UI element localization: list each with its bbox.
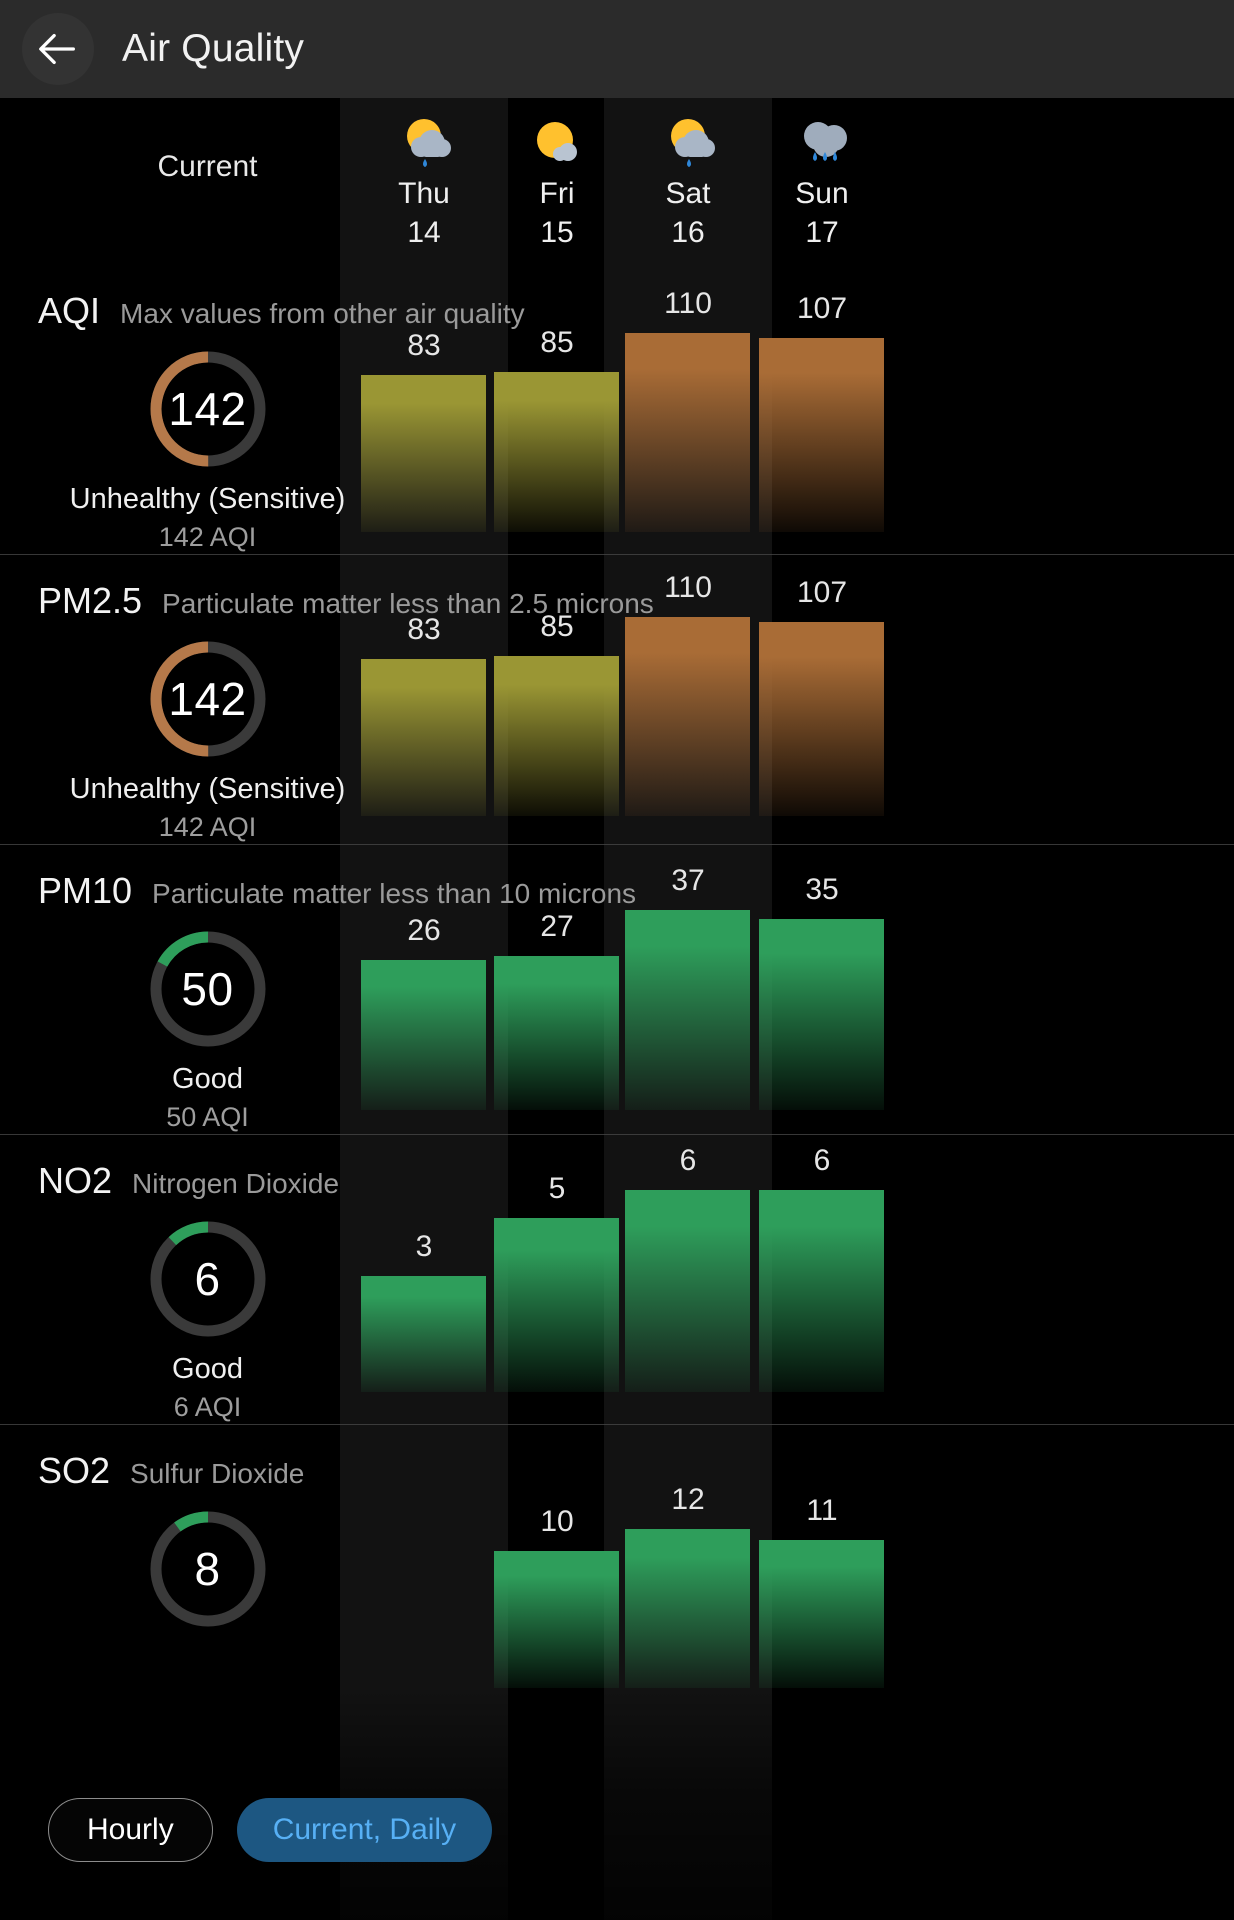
section-heading: NO2 Nitrogen Dioxide bbox=[38, 1160, 339, 1202]
cloud-rain-icon bbox=[772, 110, 872, 172]
gauge-value: 142 bbox=[168, 673, 247, 725]
bar bbox=[625, 1189, 750, 1392]
bar-value-label: 107 bbox=[796, 291, 848, 325]
bar bbox=[759, 919, 884, 1110]
bar bbox=[625, 617, 750, 816]
pollutant-section-pm10: PM10 Particulate matter less than 10 micr… bbox=[0, 844, 1234, 1134]
bar bbox=[759, 1540, 884, 1688]
aqi-gauge: 8 bbox=[145, 1506, 271, 1632]
current-daily-button[interactable]: Current, Daily bbox=[236, 1798, 493, 1862]
bar bbox=[361, 960, 486, 1110]
bar bbox=[759, 337, 884, 532]
pollutant-section-aqi: AQI Max values from other air quality 142 U… bbox=[0, 264, 1234, 554]
bar-value-label: 6 bbox=[813, 1143, 831, 1177]
gauge-subtext: 142 AQI bbox=[158, 522, 257, 552]
sun-cloud-icon bbox=[507, 110, 607, 172]
aqi-gauge: 142 bbox=[145, 636, 271, 762]
bar-column[interactable]: 107 bbox=[738, 554, 906, 844]
pollutant-description: Nitrogen Dioxide bbox=[132, 1168, 340, 1199]
bar-column[interactable]: 11 bbox=[738, 1424, 906, 1920]
gauge-status: Unhealthy (Sensitive) bbox=[69, 483, 346, 515]
bar bbox=[494, 655, 619, 816]
gauge-value: 8 bbox=[194, 1543, 221, 1595]
bar-column[interactable]: 6 bbox=[738, 1134, 906, 1424]
day-date: 16 bbox=[671, 216, 705, 249]
pollutant-abbr: SO2 bbox=[38, 1450, 111, 1491]
pollutant-section-pm25: PM2.5 Particulate matter less than 2.5 mi… bbox=[0, 554, 1234, 844]
pollutant-abbr: NO2 bbox=[38, 1160, 113, 1201]
gauge-subtext: 6 AQI bbox=[173, 1392, 242, 1422]
gauge-status: Good bbox=[172, 1353, 243, 1385]
day-column-3[interactable]: Sun 17 bbox=[738, 98, 906, 264]
day-date: 17 bbox=[805, 216, 839, 249]
gauge-subtext: 142 AQI bbox=[158, 812, 257, 842]
pollutant-abbr: AQI bbox=[38, 290, 101, 331]
pollutant-abbr: PM2.5 bbox=[38, 580, 143, 621]
gauge-value: 50 bbox=[181, 963, 234, 1015]
bar bbox=[625, 1529, 750, 1688]
bar-value-label: 107 bbox=[796, 575, 848, 609]
bar bbox=[494, 1218, 619, 1392]
bar-value-label: 11 bbox=[806, 1494, 838, 1528]
bar bbox=[759, 1189, 884, 1392]
bar bbox=[494, 371, 619, 532]
gauge-status: Unhealthy (Sensitive) bbox=[69, 773, 346, 805]
day-name: Sun bbox=[795, 177, 849, 210]
bar bbox=[494, 955, 619, 1110]
bar bbox=[625, 909, 750, 1110]
pollutant-abbr: PM10 bbox=[38, 870, 133, 911]
gauge-value: 6 bbox=[194, 1253, 221, 1305]
gauge-status: Good bbox=[172, 1063, 243, 1095]
current-gauge-panel: 8 bbox=[0, 1506, 415, 1649]
bar bbox=[361, 658, 486, 816]
view-mode-toggle: Hourly Current, Daily bbox=[48, 1798, 493, 1862]
app-bar: Air Quality bbox=[0, 0, 1234, 98]
hourly-button[interactable]: Hourly bbox=[48, 1798, 213, 1862]
gauge-subtext: 50 AQI bbox=[166, 1102, 249, 1132]
sun-cloud-rain-icon bbox=[638, 110, 738, 172]
section-heading: SO2 Sulfur Dioxide bbox=[38, 1450, 304, 1492]
day-date: 14 bbox=[407, 216, 441, 249]
pollutant-description: Sulfur Dioxide bbox=[130, 1458, 305, 1489]
bar-column[interactable]: 35 bbox=[738, 844, 906, 1134]
day-name: Sat bbox=[665, 177, 711, 210]
bar-value-label: 35 bbox=[805, 873, 839, 906]
bar bbox=[759, 621, 884, 816]
gauge-value: 142 bbox=[168, 383, 247, 435]
back-button[interactable] bbox=[22, 13, 94, 85]
bar bbox=[361, 374, 486, 532]
day-header-row: Current Thu 14 Fri 15 Sat 16 Sun 17 bbox=[0, 98, 1234, 264]
day-date: 15 bbox=[540, 216, 574, 249]
air-quality-board: Current Thu 14 Fri 15 Sat 16 Sun 17 AQI … bbox=[0, 98, 1234, 1920]
sun-cloud-rain-icon bbox=[374, 110, 474, 172]
bar bbox=[625, 333, 750, 532]
aqi-gauge: 142 bbox=[145, 346, 271, 472]
bar bbox=[494, 1550, 619, 1688]
aqi-gauge: 6 bbox=[145, 1216, 271, 1342]
pollutant-section-no2: NO2 Nitrogen Dioxide 6 Good 6 AQI 3 5 6 6 bbox=[0, 1134, 1234, 1424]
bar-column[interactable]: 107 bbox=[738, 264, 906, 554]
day-name: Fri bbox=[539, 177, 575, 210]
bar bbox=[361, 1275, 486, 1392]
page-title: Air Quality bbox=[122, 27, 305, 70]
aqi-gauge: 50 bbox=[145, 926, 271, 1052]
day-name: Thu bbox=[398, 177, 450, 210]
arrow-left-icon bbox=[35, 26, 81, 72]
